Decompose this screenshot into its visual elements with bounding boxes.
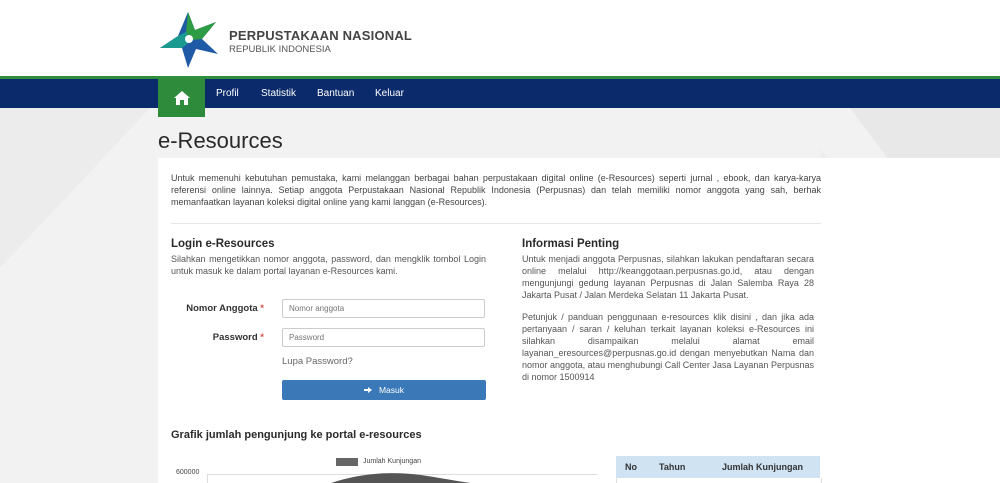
nav-profil[interactable]: Profil <box>216 88 239 99</box>
table-header-tahun: Tahun <box>659 462 686 472</box>
password-input[interactable] <box>282 328 485 347</box>
legend-swatch <box>336 458 358 466</box>
login-heading: Login e-Resources <box>171 238 275 250</box>
visit-chart: Jumlah Kunjungan 600000 <box>171 452 611 483</box>
intro-text: Untuk memenuhi kebutuhan pemustaka, kami… <box>171 173 821 207</box>
member-number-label: Nomor Anggota * <box>164 303 264 314</box>
table-header-no: No <box>625 462 637 472</box>
required-mark: * <box>260 332 264 343</box>
member-number-input[interactable] <box>282 299 485 318</box>
nav-keluar[interactable]: Keluar <box>375 88 404 99</box>
divider <box>171 223 821 224</box>
legend-label: Jumlah Kunjungan <box>363 458 421 465</box>
chart-title: Grafik jumlah pengunjung ke portal e-res… <box>171 429 422 441</box>
member-number-label-text: Nomor Anggota <box>186 303 258 314</box>
nav-statistik[interactable]: Statistik <box>261 88 296 99</box>
brand-title: PERPUSTAKAAN NASIONAL <box>229 28 413 43</box>
y-axis-line <box>207 474 208 483</box>
brand-subtitle: REPUBLIK INDONESIA <box>229 44 331 55</box>
password-label: Password * <box>164 332 264 343</box>
info-paragraph-1: Untuk menjadi anggota Perpusnas, silahka… <box>522 254 814 300</box>
visit-table-body <box>616 478 822 483</box>
required-mark: * <box>260 303 264 314</box>
nav-bantuan[interactable]: Bantuan <box>317 88 354 99</box>
login-button-label: Masuk <box>378 385 405 395</box>
navbar <box>0 79 1000 108</box>
visit-table-header: No Tahun Jumlah Kunjungan <box>616 456 820 478</box>
page-title: e-Resources <box>158 128 283 153</box>
header: PERPUSTAKAAN NASIONAL REPUBLIK INDONESIA <box>0 0 1000 76</box>
login-description: Silahkan mengetikkan nomor anggota, pass… <box>171 254 486 276</box>
y-axis-tick: 600000 <box>176 469 200 476</box>
home-icon <box>173 91 190 105</box>
info-heading: Informasi Penting <box>522 238 620 250</box>
sign-in-icon <box>363 387 372 393</box>
star-logo-icon <box>160 12 218 68</box>
login-button[interactable]: Masuk <box>282 380 486 400</box>
password-label-text: Password <box>212 332 258 343</box>
chart-area-series <box>331 473 471 483</box>
table-header-jumlah: Jumlah Kunjungan <box>722 462 803 472</box>
forgot-password-link[interactable]: Lupa Password? <box>282 356 353 367</box>
info-paragraph-2: Petunjuk / panduan penggunaan e-resource… <box>522 312 814 382</box>
